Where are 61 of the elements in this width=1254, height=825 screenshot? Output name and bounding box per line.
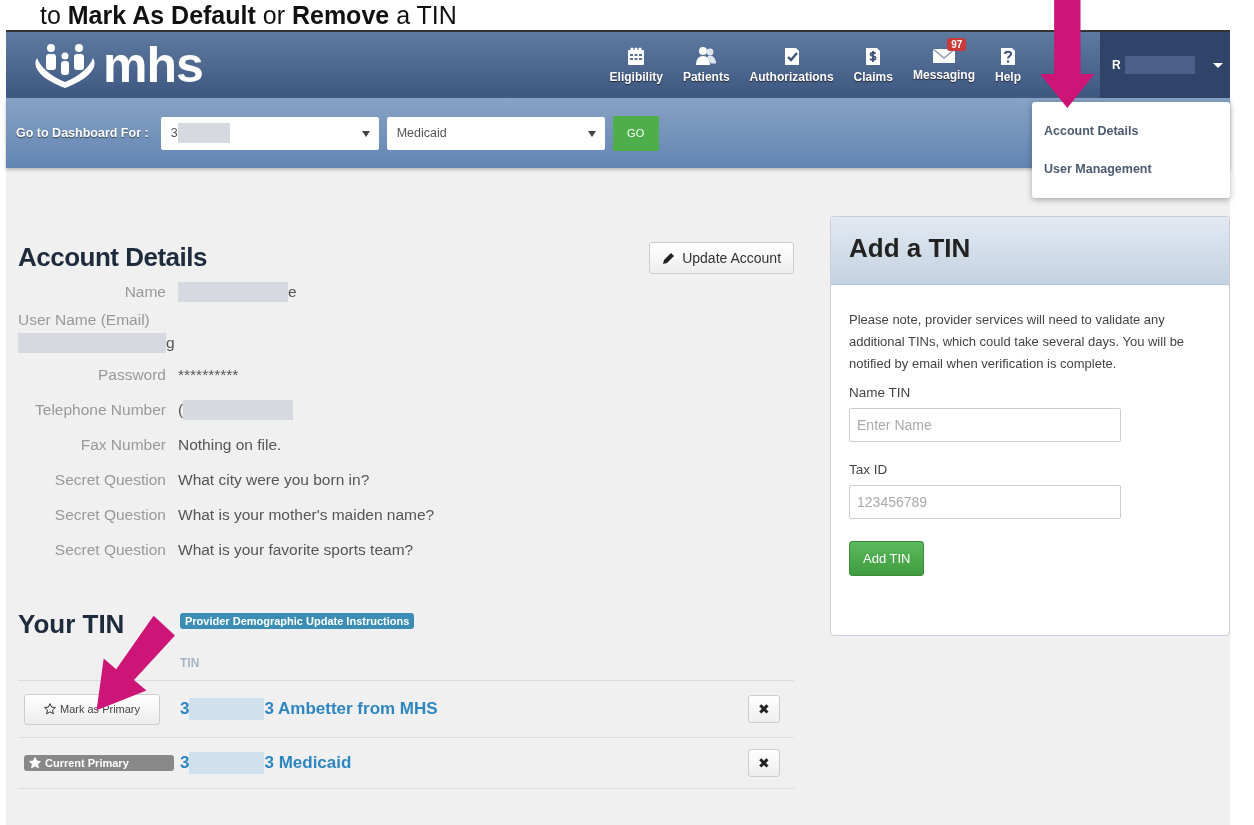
field-value: What is your favorite sports team? [178,540,414,559]
caption-text: to Mark As Default or Remove a TIN [39,0,458,30]
field-value: g [166,334,175,352]
field-label: User Name (Email) [18,311,151,329]
field-value: What city were you born in? [178,470,370,489]
pencil-icon [662,251,677,265]
menu-item[interactable]: User Management [1032,150,1230,188]
panel-title: Add a TIN [831,217,1229,285]
menu-item[interactable]: Account Details [1032,112,1230,150]
provider-select[interactable]: 3 [160,116,379,150]
instructions-link[interactable]: Provider Demographic Update Instructions [180,613,415,629]
field-label: Name TIN [849,385,912,400]
redaction-block [177,123,230,143]
field-label: Secret Question [53,540,166,559]
field-label: Telephone Number [34,400,166,419]
calendar-icon [626,46,647,66]
people-icon [695,46,718,66]
column-header: TIN [180,656,201,672]
field-value: ( [178,400,184,419]
logo-text: mhs [103,40,203,90]
field-label: Tax ID [849,462,889,477]
plan-select[interactable]: Medicaid [386,116,605,150]
nav-item[interactable]: Eligibility [600,32,672,98]
nav-item[interactable]: Claims [844,32,902,98]
help-icon [999,46,1017,66]
tin-link[interactable]: 3 Ambetter from MHS [264,699,438,719]
tin-number: 3 [180,753,190,773]
field-label: Secret Question [53,505,166,524]
checklist-icon [782,46,801,66]
current-primary-label: Current Primary [24,755,174,771]
redaction-block [1124,56,1195,74]
nav-item[interactable]: Messaging 97 [903,32,984,98]
field-value: Nothing on file. [178,435,282,454]
star-icon [43,703,56,715]
field-value: What is your mother's maiden name? [178,505,435,524]
name-input[interactable]: Enter Name [849,408,1122,442]
envelope-icon [931,48,956,64]
update-account-button[interactable]: Update Account [649,242,795,274]
section-heading: Account Details [18,242,207,273]
tin-number: 3 [180,699,190,719]
count-badge: 97 [947,38,967,51]
field-label: Name [123,282,166,301]
field-label: Fax Number [79,435,166,454]
caret-icon [1212,62,1223,68]
tax-id-input[interactable]: 123456789 [849,485,1122,519]
field-label: Secret Question [53,470,166,489]
field-value: e [288,282,297,301]
section-heading: Your TIN [18,609,126,640]
dollar-document-icon [864,46,883,66]
dashboard-label: Go to Dashboard For : [16,126,149,140]
remove-button[interactable]: ✖ [748,749,781,777]
nav-item[interactable]: Help [986,32,1030,98]
user-menu-button[interactable]: R [1100,32,1230,98]
remove-button[interactable]: ✖ [748,695,781,723]
nav-item[interactable]: Patients [673,32,739,98]
nav-item[interactable]: Authorizations [740,32,843,98]
tin-link[interactable]: 3 Medicaid [264,753,352,773]
star-icon [29,757,41,769]
field-value: ********** [178,365,239,384]
note-text: Please note, provider services will need to validate any additional TINs, which could take several days. You will be notified by email when verification is complete. [849,311,1186,373]
field-label: Password [96,365,166,384]
